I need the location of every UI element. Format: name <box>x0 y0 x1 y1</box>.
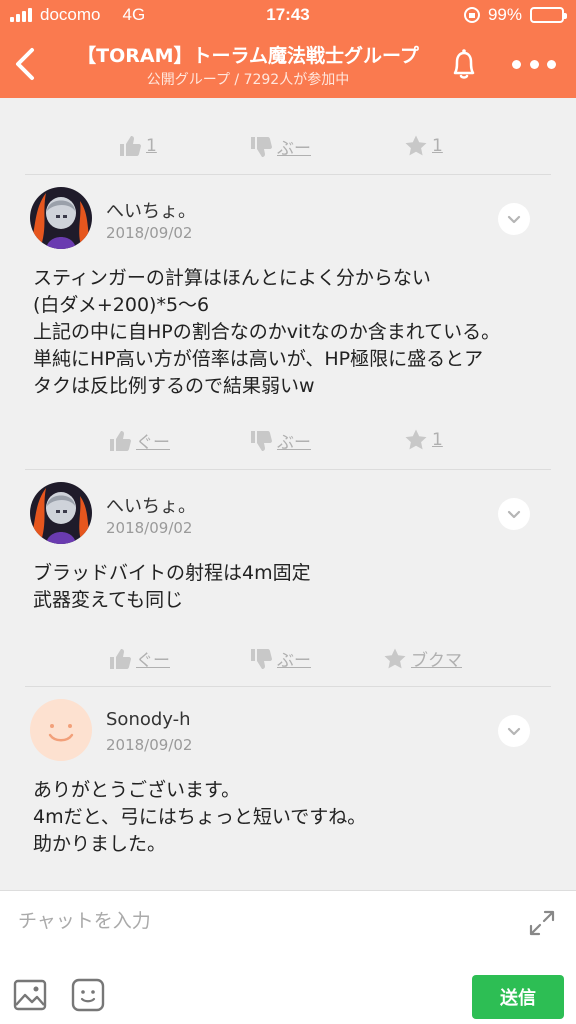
chat-feed[interactable]: 1 ぶー 1 へいちょ。 2018/09/02 スティンガーの計算はほんとによく… <box>0 98 576 890</box>
like-label: ぐー <box>136 651 170 671</box>
post-date: 2018/09/02 <box>106 224 193 242</box>
status-bar: docomo 4G 17:43 99% <box>0 0 576 30</box>
battery-percent: 99% <box>487 5 522 24</box>
like-button[interactable]: ぐー <box>108 646 170 671</box>
bell-icon <box>453 49 475 79</box>
sticker-face-icon <box>71 978 105 1012</box>
thumbs-down-icon <box>251 648 272 669</box>
more-button[interactable] <box>512 50 556 78</box>
notification-button[interactable] <box>446 44 482 84</box>
group-header: 【TORAM】トーラム魔法戦士グループ 公開グループ / 7292人が参加中 <box>0 30 576 98</box>
thumbs-up-icon <box>110 430 131 451</box>
dislike-button[interactable]: ぶー <box>249 646 311 671</box>
battery-icon <box>530 7 567 23</box>
chevron-down-icon <box>507 215 521 224</box>
bookmark-button[interactable]: 1 <box>404 428 443 452</box>
divider <box>25 686 551 687</box>
image-icon <box>13 979 47 1011</box>
username: へいちょ。 <box>106 201 196 222</box>
expand-button[interactable] <box>526 907 558 939</box>
chevron-left-icon <box>16 48 34 80</box>
message-text: スティンガーの計算はほんとによく分からない (白ダメ+200)*5〜6 上記の中… <box>33 267 501 397</box>
chat-input-bar: 送信 <box>0 890 576 1024</box>
like-button[interactable]: ぐー <box>108 428 170 453</box>
thumbs-down-icon <box>251 136 272 157</box>
send-button[interactable]: 送信 <box>472 975 564 1019</box>
thumbs-up-icon <box>110 648 131 669</box>
thumbs-up-icon <box>120 136 141 156</box>
smiley-face-icon <box>30 699 92 761</box>
avatar[interactable] <box>30 482 92 544</box>
expand-arrows-icon <box>529 910 555 936</box>
bookmark-label: ブクマ <box>411 651 462 671</box>
star-icon <box>405 429 427 450</box>
back-button[interactable] <box>8 44 44 84</box>
message-menu-button[interactable] <box>498 498 530 530</box>
message-menu-button[interactable] <box>498 203 530 235</box>
bookmark-button[interactable]: 1 <box>404 134 443 158</box>
like-label: ぐー <box>136 433 170 453</box>
post-date: 2018/09/02 <box>106 736 193 754</box>
avatar[interactable] <box>30 699 92 761</box>
thumbs-down-icon <box>251 430 272 451</box>
group-subtitle: 公開グループ / 7292人が参加中 <box>146 72 350 88</box>
dislike-label: ぶー <box>277 139 311 159</box>
dislike-label: ぶー <box>277 433 311 453</box>
chat-input[interactable] <box>18 903 498 939</box>
dislike-label: ぶー <box>277 651 311 671</box>
status-right: 99% <box>463 5 567 25</box>
divider <box>25 469 551 470</box>
group-title: 【TORAM】トーラム魔法戦士グループ <box>77 45 419 67</box>
post-date: 2018/09/02 <box>106 519 193 537</box>
character-avatar-image <box>30 187 92 249</box>
dislike-button[interactable]: ぶー <box>249 428 311 453</box>
bookmark-button[interactable]: ブクマ <box>383 646 462 671</box>
rotation-lock-icon <box>463 7 480 23</box>
message-text: ありがとうございます。 4mだと、弓にはちょっと短いですね。 助かりました。 <box>33 779 367 855</box>
character-avatar-image <box>30 482 92 544</box>
message-text: ブラッドバイトの射程は4m固定 武器変えても同じ <box>33 562 311 611</box>
reaction-row: ぐー ぶー ブクマ <box>0 638 576 678</box>
reaction-row: 1 ぶー 1 <box>0 126 576 166</box>
bookmark-label: 1 <box>432 136 443 156</box>
bookmark-label: 1 <box>432 430 443 450</box>
star-icon <box>405 135 427 156</box>
chevron-down-icon <box>507 510 521 519</box>
dislike-button[interactable]: ぶー <box>249 134 311 159</box>
like-button[interactable]: 1 <box>118 134 157 158</box>
message-menu-button[interactable] <box>498 715 530 747</box>
chevron-down-icon <box>507 727 521 736</box>
star-icon <box>384 648 406 668</box>
username: Sonody-h <box>106 709 191 730</box>
image-attach-button[interactable] <box>12 977 48 1013</box>
more-dots-icon <box>512 59 521 69</box>
reaction-row: ぐー ぶー 1 <box>0 420 576 460</box>
avatar[interactable] <box>30 187 92 249</box>
divider <box>25 174 551 175</box>
username: へいちょ。 <box>106 496 196 517</box>
sticker-button[interactable] <box>70 977 106 1013</box>
like-label: 1 <box>146 136 157 156</box>
